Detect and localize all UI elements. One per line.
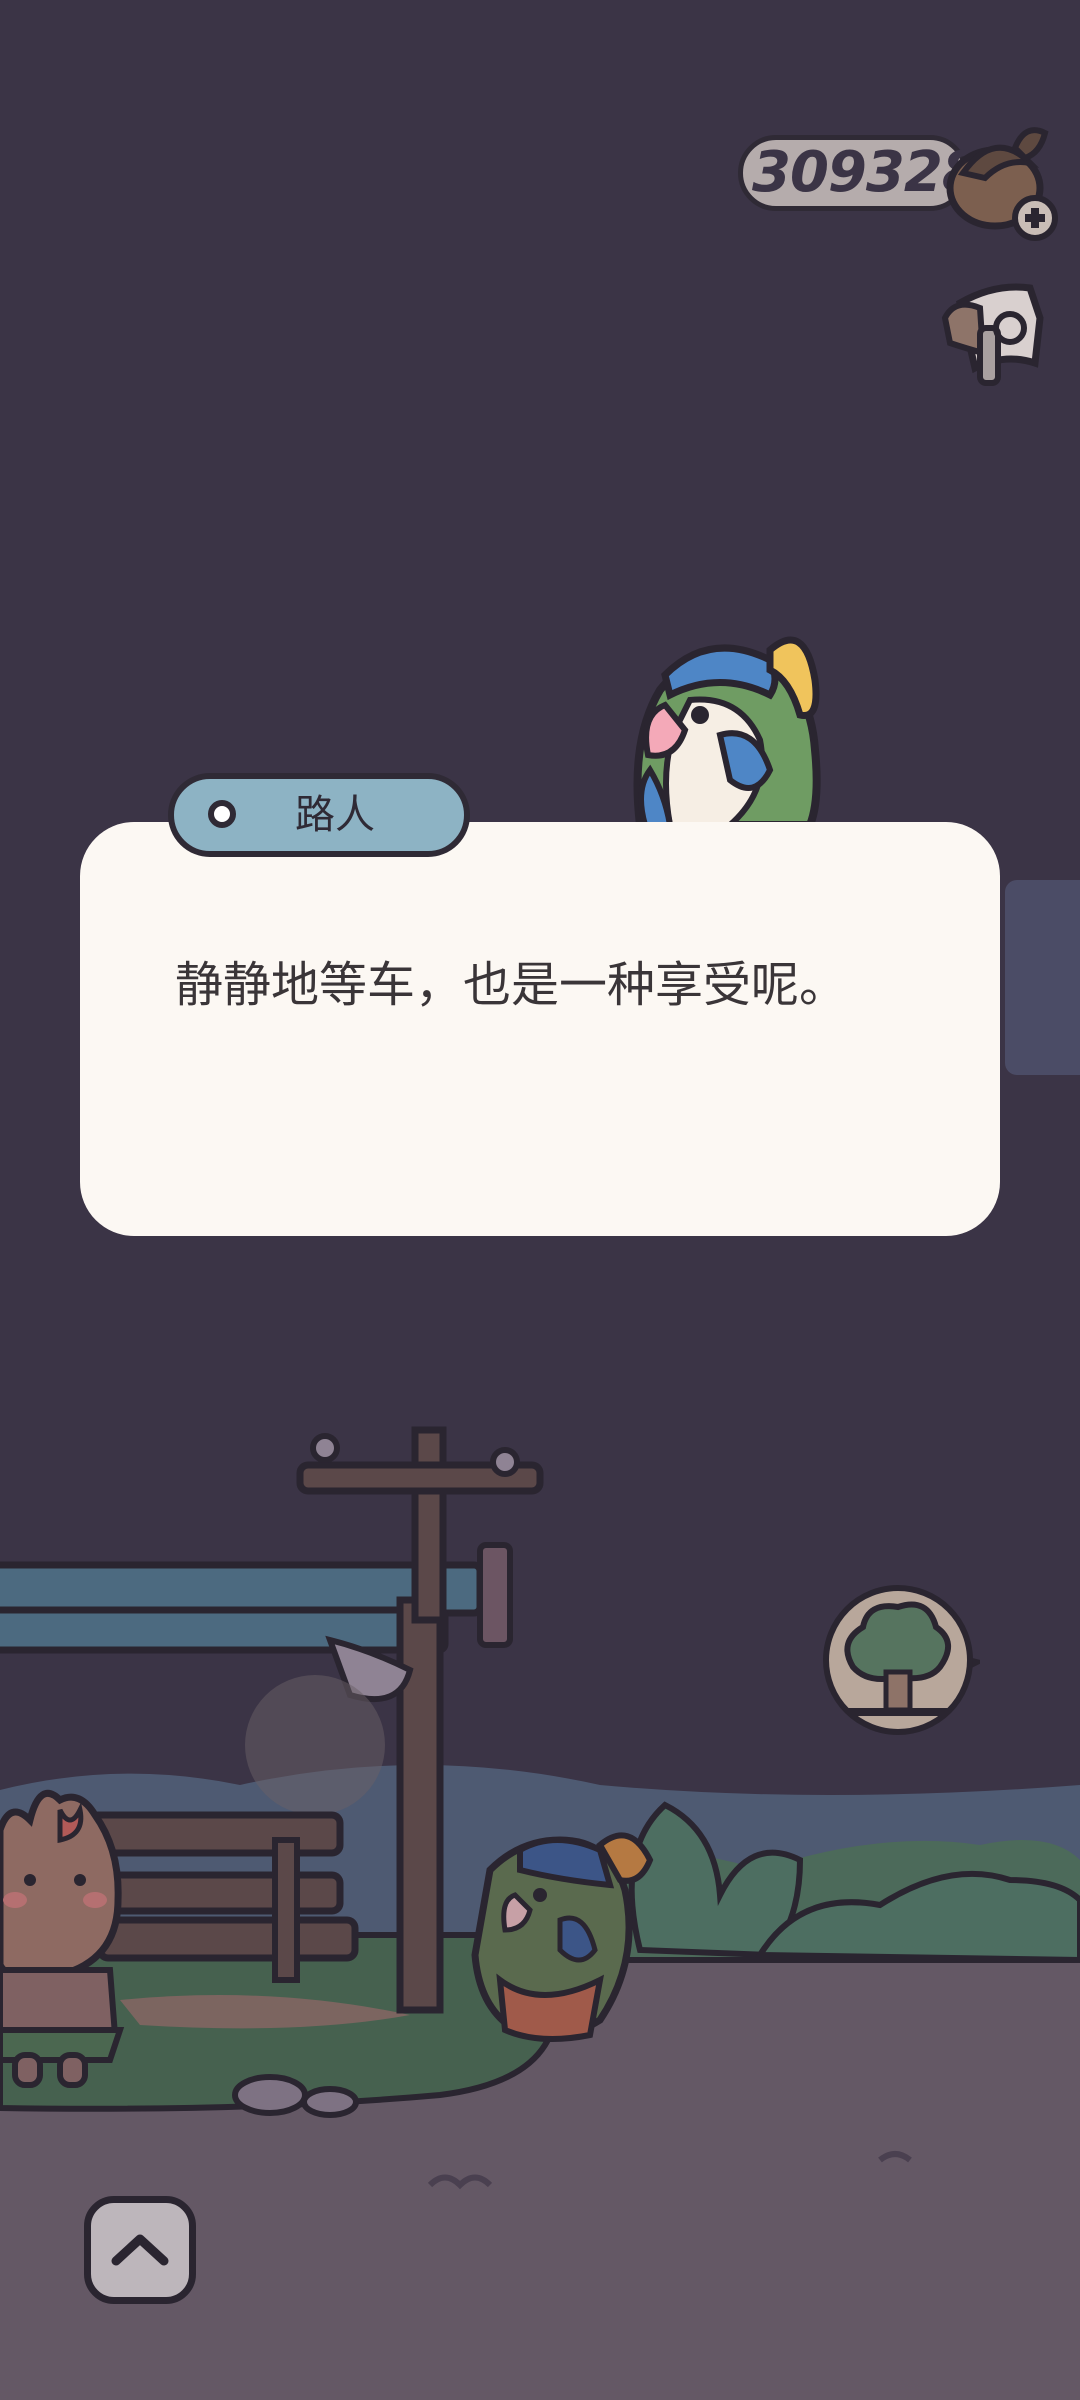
tree-map-button[interactable]	[818, 1572, 980, 1744]
parrot-speaker	[633, 636, 821, 825]
side-panel-tab[interactable]	[1005, 880, 1080, 1075]
currency-value: 309328	[752, 140, 981, 205]
expand-up-button[interactable]	[84, 2196, 196, 2304]
bunny-character	[0, 1789, 125, 2088]
pebble	[232, 2074, 308, 2116]
game-screen: { "hud": { "currency_value": "309328", "…	[0, 0, 1080, 2400]
bench	[86, 1811, 359, 1983]
acorn-coin-icon[interactable]	[945, 118, 1060, 243]
flag-icon[interactable]	[935, 268, 1055, 388]
speaker-dot-icon	[208, 800, 236, 828]
chevron-up-icon	[111, 2234, 169, 2266]
dialog-text: 静静地等车，也是一种享受呢。	[175, 957, 848, 1013]
speaker-name: 路人	[295, 792, 375, 838]
